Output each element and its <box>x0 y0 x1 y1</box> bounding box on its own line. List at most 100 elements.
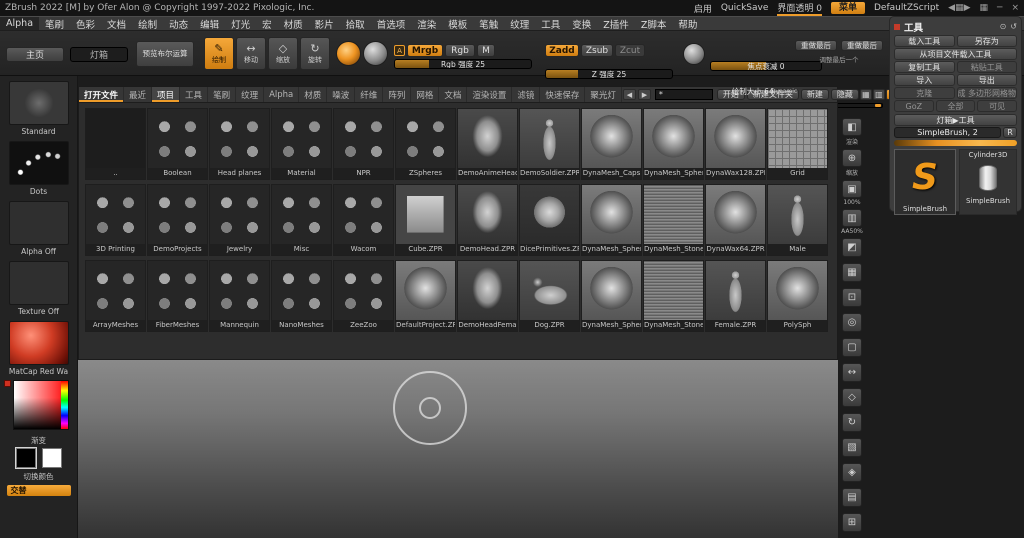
zoom-button[interactable]: ⊕ 缩放 <box>842 149 862 177</box>
lightbox-tab[interactable]: 文档 <box>439 87 468 102</box>
lightbox-item[interactable]: Cube.ZPR <box>395 184 456 256</box>
lightbox-item[interactable]: NPR <box>333 108 394 180</box>
back-arrow-button[interactable]: ◀ <box>622 89 636 100</box>
lightbox-item[interactable]: NanoMeshes <box>271 260 332 332</box>
layout-arrows-icon[interactable]: ◀▦▶ <box>948 3 970 13</box>
active-tool-slider[interactable]: SimpleBrush, 2 <box>894 127 1001 138</box>
menu-item[interactable]: 拾取 <box>340 16 371 32</box>
local-button[interactable]: ⊡ <box>842 288 862 307</box>
menu-item[interactable]: 工具 <box>535 16 566 32</box>
lightbox-item[interactable]: 3D Printing <box>85 184 146 256</box>
mode-button[interactable]: ↻ 旋转 <box>300 37 330 70</box>
current-material-icon[interactable] <box>363 41 388 66</box>
lightbox-item[interactable]: ArrayMeshes <box>85 260 146 332</box>
lightbox-item[interactable]: DynaWax64.ZPR <box>705 184 766 256</box>
bpr-render-button[interactable]: ◧ 渲染 <box>842 118 862 146</box>
menu-item[interactable]: Z插件 <box>597 16 635 32</box>
redo-last-button[interactable]: 重做最后 <box>795 40 837 51</box>
tool-panel-button[interactable]: 另存为 <box>956 35 1017 47</box>
forward-arrow-button[interactable]: ▶ <box>637 89 651 100</box>
lightbox-item[interactable]: DemoHeadFema <box>457 260 518 332</box>
view-medium-icon[interactable]: ▥ <box>872 89 885 100</box>
rgb-button[interactable]: Rgb <box>445 44 475 57</box>
tool-panel-button[interactable]: 粘贴工具 <box>956 61 1017 73</box>
menu-item[interactable]: 模板 <box>442 16 473 32</box>
lightbox-tab[interactable]: 项目 <box>152 87 181 102</box>
sculptris-pro-icon[interactable] <box>336 41 361 66</box>
z-intensity-slider[interactable]: Z 强度 25 <box>545 69 673 79</box>
menu-item[interactable]: 变换 <box>566 16 597 32</box>
tool-panel-button[interactable]: 载入工具 <box>894 35 955 47</box>
rotate-button[interactable]: ↻ <box>842 413 862 432</box>
lightbox-item[interactable]: DemoHead.ZPR <box>457 184 518 256</box>
zscript-button[interactable]: DefaultZScript <box>874 3 939 13</box>
menu-item[interactable]: 首选项 <box>371 16 412 32</box>
solo-button[interactable]: ▧ <box>842 438 862 457</box>
focal-shift-icon[interactable] <box>683 43 705 65</box>
tray-material-selector[interactable]: MatCap Red Wa <box>0 321 77 376</box>
menu-item[interactable]: 笔触 <box>473 16 504 32</box>
lightbox-tab[interactable]: 渲染设置 <box>467 87 513 102</box>
hue-strip[interactable] <box>60 381 68 429</box>
cycle-icon[interactable]: ↺ <box>1010 22 1017 31</box>
move-button[interactable]: ↔ <box>842 363 862 382</box>
lightbox-item[interactable]: DynaMesh_Caps <box>581 108 642 180</box>
filter-field[interactable]: * <box>654 89 713 100</box>
lightbox-tab[interactable]: 噪波 <box>327 87 356 102</box>
lightbox-item[interactable]: DynaMesh_Stone <box>643 260 704 332</box>
aa-half-button[interactable]: ▥ AA50% <box>841 209 863 235</box>
tool-slider-fill[interactable] <box>894 140 1017 146</box>
zoom-doc-button[interactable]: ⊞ <box>842 513 862 532</box>
layout-grid-icon[interactable]: ▦ <box>980 3 989 13</box>
lightbox-tab[interactable]: 纹理 <box>236 87 265 102</box>
color-picker[interactable] <box>12 380 69 430</box>
lightbox-tab[interactable]: 快速保存 <box>540 87 586 102</box>
tool-panel-button[interactable]: 复制工具 <box>894 61 955 73</box>
redo-last-button-2[interactable]: 重做最后 <box>841 40 883 51</box>
menu-item[interactable]: 影片 <box>309 16 340 32</box>
lightbox-item[interactable]: DicePrimitives.ZF <box>519 184 580 256</box>
switch-color-button[interactable]: 交替 <box>6 485 71 496</box>
anchor-toggle[interactable]: A <box>394 45 405 56</box>
menu-item[interactable]: 渲染 <box>411 16 442 32</box>
restore-config-button[interactable]: R <box>1003 127 1017 138</box>
lightbox-item[interactable]: .. <box>85 108 146 180</box>
lightbox-item[interactable]: Misc <box>271 184 332 256</box>
lightbox-tab[interactable]: 滤镜 <box>512 87 541 102</box>
lightbox-tab[interactable]: 打开文件 <box>79 87 125 102</box>
lightbox-item[interactable]: Wacom <box>333 184 394 256</box>
menu-item[interactable]: Alpha <box>0 17 40 30</box>
new-button[interactable]: 新建 <box>800 89 829 100</box>
menu-item[interactable]: 宏 <box>256 16 278 32</box>
menu-item[interactable]: 色彩 <box>70 16 101 32</box>
preview-boolean-button[interactable]: 预览布尔运算 <box>136 41 194 67</box>
lightbox-item[interactable]: Grid <box>767 108 828 180</box>
tool-panel-button[interactable]: 生成 多边形网格物体 <box>956 87 1017 99</box>
lightbox-item[interactable]: DemoAnimeHead <box>457 108 518 180</box>
menu-item[interactable]: 动态 <box>163 16 194 32</box>
tray-stroke-selector[interactable]: Dots <box>0 141 77 196</box>
zcut-button[interactable]: Zcut <box>615 44 645 57</box>
lightbox-item[interactable]: DynaMesh_Spher <box>643 108 704 180</box>
menus-toggle-button[interactable]: 菜单 <box>830 2 865 14</box>
lightbox-button[interactable]: 灯箱 <box>70 47 128 62</box>
lightbox-item[interactable]: PolySph <box>767 260 828 332</box>
scale-button[interactable]: ◇ <box>842 388 862 407</box>
menu-item[interactable]: 笔刷 <box>39 16 70 32</box>
tool-panel-button[interactable]: 从项目文件载入工具 <box>894 48 1017 60</box>
scroll-doc-button[interactable]: ▤ <box>842 488 862 507</box>
lightbox-tab[interactable]: 纤维 <box>355 87 384 102</box>
zadd-button[interactable]: Zadd <box>545 44 579 57</box>
zsub-button[interactable]: Zsub <box>581 44 613 57</box>
lightbox-to-tool-button[interactable]: 灯箱▶工具 <box>894 114 1017 126</box>
close-button[interactable]: × <box>1011 3 1019 13</box>
quicksave-button[interactable]: QuickSave <box>721 3 769 13</box>
lightbox-item[interactable]: DynaMesh_Stone <box>643 184 704 256</box>
document-canvas[interactable] <box>78 360 838 538</box>
lightbox-tab[interactable]: 最近 <box>124 87 153 102</box>
lightbox-tab[interactable]: 材质 <box>299 87 328 102</box>
lightbox-item[interactable]: Female.ZPR <box>705 260 766 332</box>
menu-item[interactable]: 文档 <box>101 16 132 32</box>
menu-item[interactable]: 绘制 <box>132 16 163 32</box>
lightbox-item[interactable]: DemoProjects <box>147 184 208 256</box>
